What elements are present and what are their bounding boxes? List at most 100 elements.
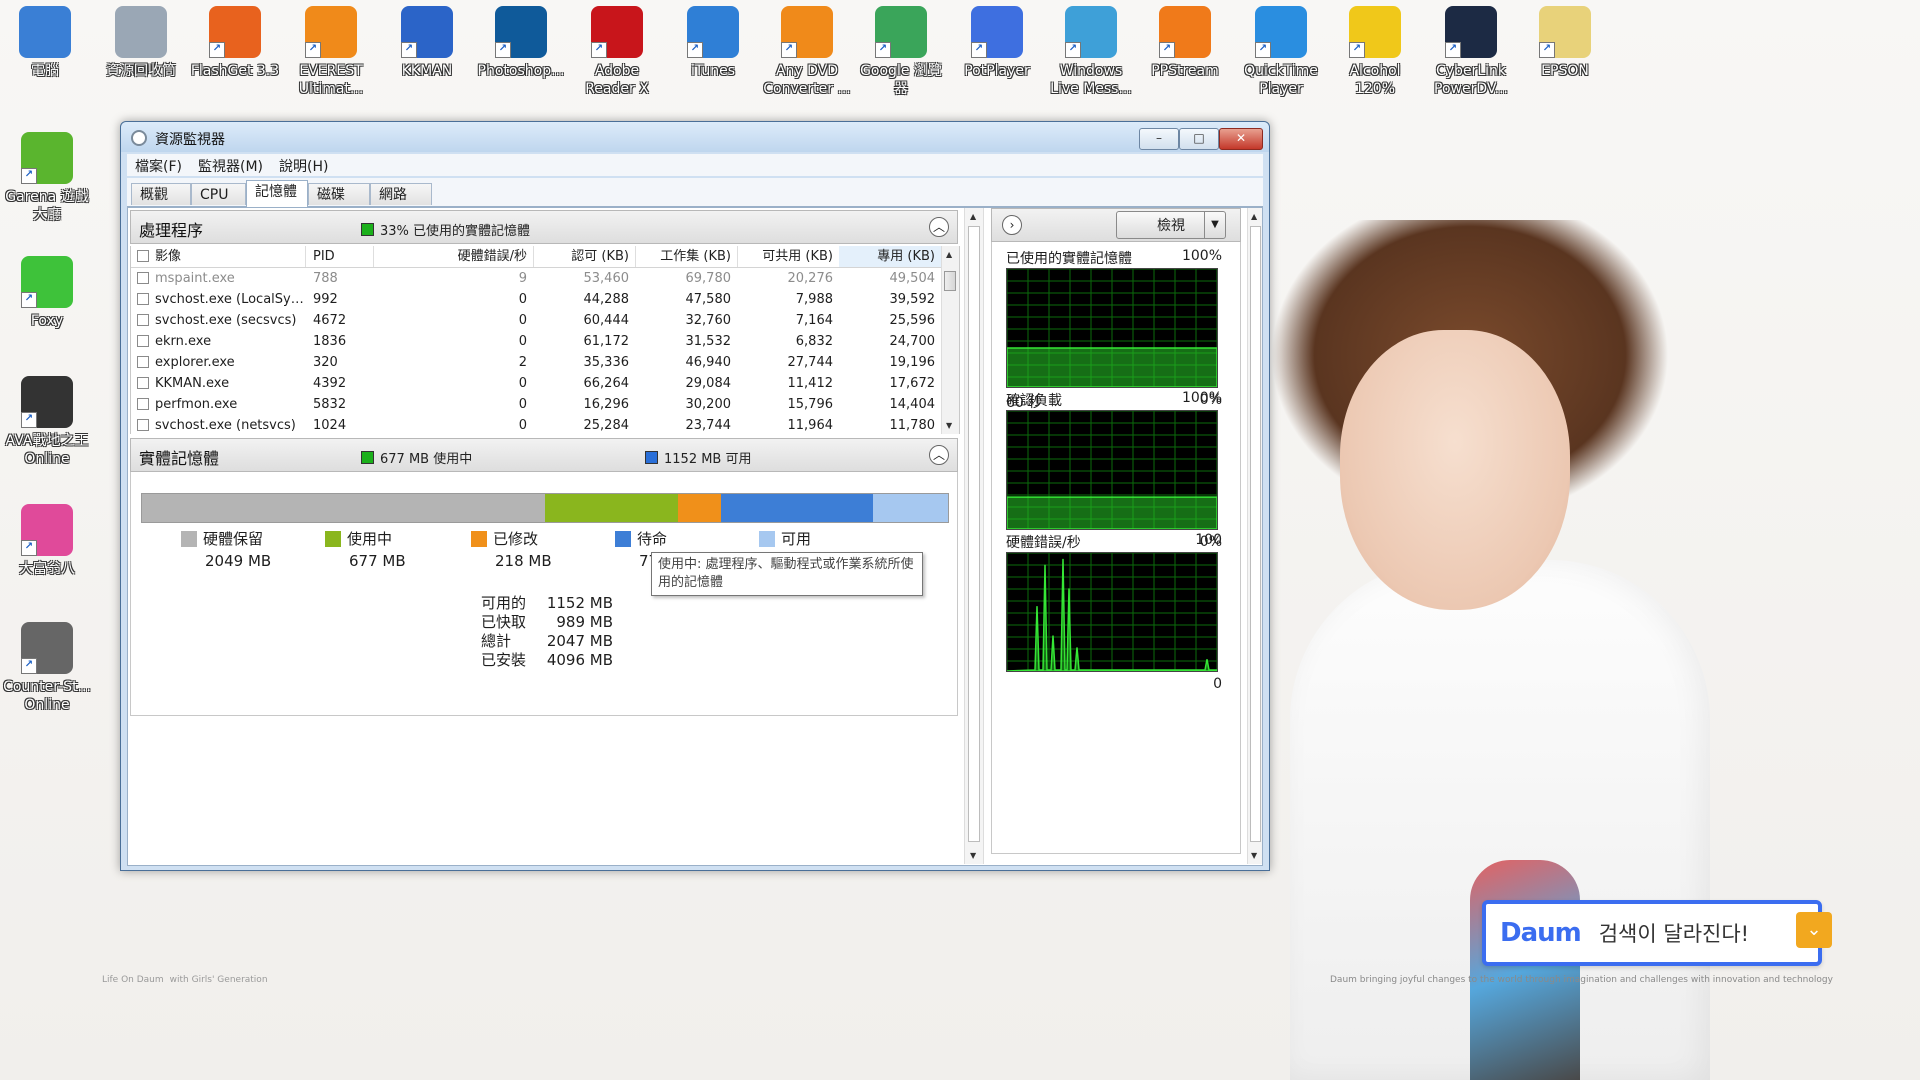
row-checkbox[interactable] [137,293,149,305]
row-checkbox[interactable] [137,377,149,389]
desktop-icon[interactable]: ↗ iTunes [668,2,758,80]
memory-bar-segment[interactable] [872,494,948,522]
cell-commit: 35,336 [583,355,630,370]
chevron-down-icon: ⌄ [1796,912,1832,948]
col-working-set[interactable]: 工作集 (KB) [635,246,738,267]
col-shareable[interactable]: 可共用 (KB) [737,246,840,267]
desktop-icon-label: PPStream [1151,63,1219,79]
graph-pane-scrollbar[interactable]: ▲ ▼ [1247,208,1262,864]
desktop-icon[interactable]: ↗ Foxy [2,252,92,330]
collapse-physical-memory-button[interactable]: ︿ [929,445,949,465]
desktop-icon[interactable]: ↗ Google 瀏覽器 [856,2,946,98]
row-checkbox[interactable] [137,419,149,431]
minimize-button[interactable]: – [1139,128,1179,150]
desktop-icon[interactable]: ↗ PotPlayer [952,2,1042,80]
cell-hard-faults: 0 [518,292,527,307]
col-pid[interactable]: PID [313,246,374,267]
row-checkbox[interactable] [137,356,149,368]
processes-header[interactable]: 處理程序 33% 已使用的實體記憶體 ︿ [130,210,958,244]
cell-commit: 61,172 [583,334,630,349]
scroll-thumb[interactable] [968,226,980,842]
daum-logo: Daum [1500,918,1582,948]
table-row[interactable]: ekrn.exe 1836 0 61,172 31,532 6,832 24,700 [131,331,941,352]
desktop-icon[interactable]: ↗ EPSON [1520,2,1610,80]
row-checkbox[interactable] [137,335,149,347]
expand-pane-icon[interactable]: › [1002,215,1022,235]
row-checkbox[interactable] [137,314,149,326]
table-row[interactable]: svchost.exe (LocalSyste... 992 0 44,288 47,5… [131,289,941,310]
tab-overview[interactable]: 概觀 [131,183,191,205]
tab-cpu[interactable]: CPU [191,183,246,205]
memory-legend-label: 可用 [781,530,812,548]
recycle-bin-icon [115,6,167,58]
desktop-icon[interactable]: ↗ QuickTime Player [1236,2,1326,98]
physical-memory-header[interactable]: 實體記憶體 677 MB 使用中 1152 MB 可用 ︿ [130,438,958,472]
memory-bar-segment[interactable] [678,494,722,522]
cell-commit: 25,284 [583,418,630,433]
desktop-icon[interactable]: ↗ KKMAN [382,2,472,80]
memory-stats: 可用的 1152 MB 已快取 989 MB 總計 2047 MB 已安裝 4096 MB [481,594,613,670]
scroll-down-icon[interactable]: ▼ [970,851,976,860]
desktop-icon[interactable]: ↗ Any DVD Converter ... [762,2,852,98]
title-bar[interactable]: 資源監視器 – □ ✕ [121,122,1269,152]
graph-list: 已使用的實體記憶體 100% 60 秒 0% 確認負載 100% 0% 硬體錯誤/秒 100 0 [991,242,1241,854]
desktop-icon[interactable]: ↗ Photoshop... [476,2,566,80]
menu-monitor[interactable]: 監視器(M) [190,154,271,176]
menu-help[interactable]: 說明(H) [271,154,336,176]
wallpaper-brand: Life On Daum with Girls' Generation [96,970,268,986]
legend-swatch [759,531,775,547]
tab-disk[interactable]: 磁碟 [308,183,370,205]
col-image[interactable]: 影像 [155,246,306,267]
memory-bar-segment[interactable] [721,494,873,522]
table-row[interactable]: perfmon.exe 5832 0 16,296 30,200 15,796 14,404 [131,394,941,415]
desktop-icon[interactable]: ↗ 大富翁八 [2,500,92,578]
memory-bar-segment[interactable] [545,494,679,522]
maximize-button[interactable]: □ [1179,128,1219,150]
tab-network[interactable]: 網路 [370,183,432,205]
process-scrollbar[interactable]: ▲ ▼ [941,246,959,434]
scroll-thumb[interactable] [944,271,956,291]
table-row[interactable]: KKMAN.exe 4392 0 66,264 29,084 11,412 17,672 [131,373,941,394]
col-hard-faults[interactable]: 硬體錯誤/秒 [377,246,534,267]
desktop-icon[interactable]: ↗ Alcohol 120% [1330,2,1420,98]
table-row[interactable]: svchost.exe (netsvcs) 1024 0 25,284 23,744 11… [131,415,941,434]
desktop-icon[interactable]: ↗ PPStream [1140,2,1230,80]
table-row[interactable]: mspaint.exe 788 9 53,460 69,780 20,276 49,504 [131,268,941,289]
desktop-icon[interactable]: ↗ CyberLink PowerDV... [1426,2,1516,98]
select-all-checkbox[interactable] [137,250,149,262]
row-checkbox[interactable] [137,398,149,410]
desktop-icon[interactable]: 資源回收筒 [96,2,186,80]
shortcut-arrow-icon: ↗ [401,42,417,58]
desktop-icon[interactable]: ↗ AVA戰地之王 Online [2,372,92,468]
scroll-up-icon[interactable]: ▲ [1251,212,1257,221]
desktop-icon[interactable]: ↗ Adobe Reader X [572,2,662,98]
memory-legend-item: 已修改 218 MB [471,528,552,570]
scroll-down-icon[interactable]: ▼ [946,421,952,430]
scroll-up-icon[interactable]: ▲ [946,250,952,259]
scroll-up-icon[interactable]: ▲ [970,212,976,221]
cell-shareable: 27,744 [787,355,834,370]
desktop-icon[interactable]: 電腦 [0,2,90,80]
scroll-thumb[interactable] [1250,226,1261,842]
memory-stat-label: 總計 [481,632,512,650]
desktop-icon[interactable]: ↗ Counter-St... Online [2,618,92,714]
desktop-icon[interactable]: ↗ FlashGet 3.3 [190,2,280,80]
col-private[interactable]: 專用 (KB) [839,246,942,267]
row-checkbox[interactable] [137,272,149,284]
col-commit[interactable]: 認可 (KB) [533,246,636,267]
desktop-icon[interactable]: ↗ Garena 遊戲大廳 [2,128,92,224]
menu-file[interactable]: 檔案(F) [127,154,190,176]
desktop-icon[interactable]: ↗ Windows Live Mess... [1046,2,1136,98]
tab-memory[interactable]: 記憶體 [246,180,308,207]
close-button[interactable]: ✕ [1219,128,1263,150]
scroll-down-icon[interactable]: ▼ [1251,851,1257,860]
chevron-down-icon[interactable]: ▼ [1204,212,1225,238]
legend-swatch [181,531,197,547]
pane-scrollbar[interactable]: ▲ ▼ [964,208,984,864]
desktop-icon[interactable]: ↗ EVEREST Ultimat... [286,2,376,98]
table-row[interactable]: explorer.exe 320 2 35,336 46,940 27,744 19,196 [131,352,941,373]
collapse-processes-button[interactable]: ︿ [929,217,949,237]
view-dropdown[interactable]: 檢視 ▼ [1116,211,1226,239]
memory-bar-segment[interactable] [142,494,546,522]
table-row[interactable]: svchost.exe (secsvcs) 4672 0 60,444 32,760 7,… [131,310,941,331]
